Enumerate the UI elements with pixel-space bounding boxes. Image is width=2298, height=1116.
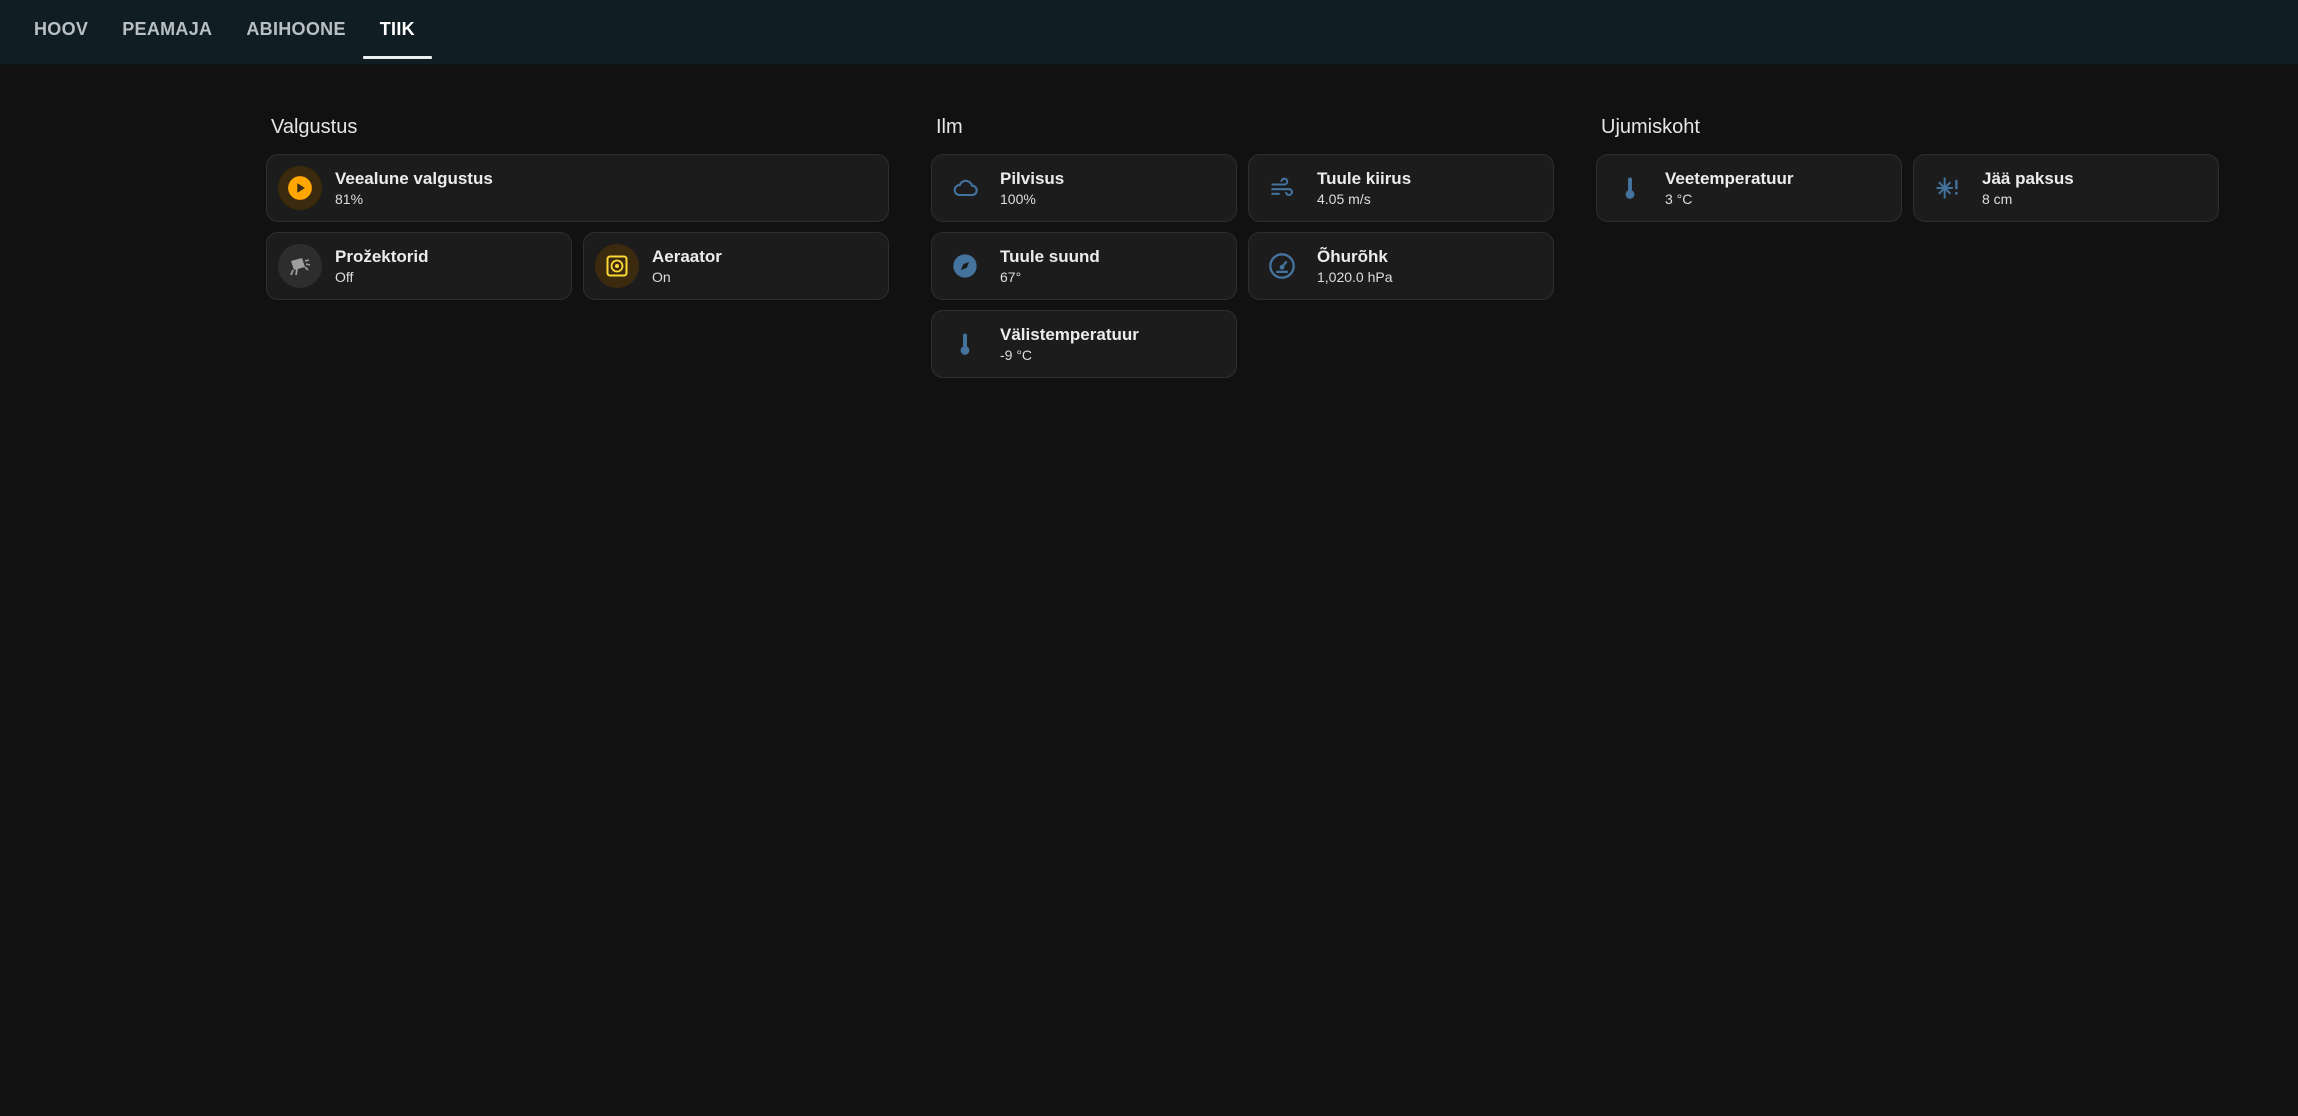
section-title: Ujumiskoht — [1601, 116, 1700, 138]
card-state: 81% — [335, 190, 364, 207]
card-aeraator[interactable]: Aeraator On — [583, 232, 889, 300]
card-state: 100% — [1000, 190, 1036, 207]
card-tuule-suund[interactable]: Tuule suund 67° — [931, 232, 1237, 300]
card-name: Aeraator — [652, 246, 722, 266]
card-name: Pilvisus — [1000, 168, 1065, 188]
cloud-icon — [943, 166, 987, 210]
card-prozektorid[interactable]: Prožektorid Off — [266, 232, 572, 300]
play-circle-icon[interactable] — [278, 166, 322, 210]
card-state: Off — [335, 268, 354, 285]
card-name: Tuule kiirus — [1317, 168, 1412, 188]
card-state: -9 °C — [1000, 346, 1033, 363]
card-state: 67° — [1000, 268, 1022, 285]
card-name: Tuule suund — [1000, 246, 1100, 266]
card-state: On — [652, 268, 671, 285]
spotlight-icon[interactable] — [278, 244, 322, 288]
card-tuule-kiirus[interactable]: Tuule kiirus 4.05 m/s — [1248, 154, 1554, 222]
card-name: Veealune valgustus — [335, 168, 493, 188]
snowflake-alert-icon — [1925, 166, 1969, 210]
thermometer-icon — [943, 322, 987, 366]
compass-icon — [943, 244, 987, 288]
tab-tiik[interactable]: TIIK — [362, 0, 433, 59]
thermometer-icon — [1608, 166, 1652, 210]
tab-hoov[interactable]: HOOV — [17, 0, 105, 58]
card-name: Jää paksus — [1982, 168, 2074, 188]
top-navigation: HOOV PEAMAJA ABIHOONE TIIK — [0, 0, 2298, 65]
tab-abihoone[interactable]: ABIHOONE — [229, 0, 362, 58]
card-valistemperatuur[interactable]: Välistemperatuur -9 °C — [931, 310, 1237, 378]
wind-icon — [1260, 166, 1304, 210]
card-state: 1,020.0 hPa — [1317, 268, 1393, 285]
card-state: 4.05 m/s — [1317, 190, 1371, 207]
card-jaa-paksus[interactable]: Jää paksus 8 cm — [1913, 154, 2219, 222]
card-veetemperatuur[interactable]: Veetemperatuur 3 °C — [1596, 154, 1902, 222]
card-ohurohk[interactable]: Õhurõhk 1,020.0 hPa — [1248, 232, 1554, 300]
card-state: 8 cm — [1982, 190, 2013, 207]
fan-box-icon[interactable] — [595, 244, 639, 288]
gauge-icon — [1260, 244, 1304, 288]
card-veealune-valgustus[interactable]: Veealune valgustus 81% — [266, 154, 889, 222]
dashboard-columns: Valgustus Veealune valgustus 81% Prožekt… — [266, 112, 2221, 378]
section-valgustus: Valgustus Veealune valgustus 81% Prožekt… — [266, 112, 891, 378]
section-ilm: Ilm Pilvisus 100% Tuule kiirus 4.05 m/s — [931, 112, 1556, 378]
card-name: Õhurõhk — [1317, 246, 1388, 266]
tab-peamaja[interactable]: PEAMAJA — [105, 0, 229, 58]
section-title: Valgustus — [271, 116, 358, 138]
section-ujumiskoht: Ujumiskoht Veetemperatuur 3 °C Jää paksu… — [1596, 112, 2221, 378]
card-name: Veetemperatuur — [1665, 168, 1794, 188]
card-state: 3 °C — [1665, 190, 1693, 207]
card-pilvisus[interactable]: Pilvisus 100% — [931, 154, 1237, 222]
card-name: Prožektorid — [335, 246, 429, 266]
section-title: Ilm — [936, 116, 963, 138]
card-name: Välistemperatuur — [1000, 324, 1139, 344]
